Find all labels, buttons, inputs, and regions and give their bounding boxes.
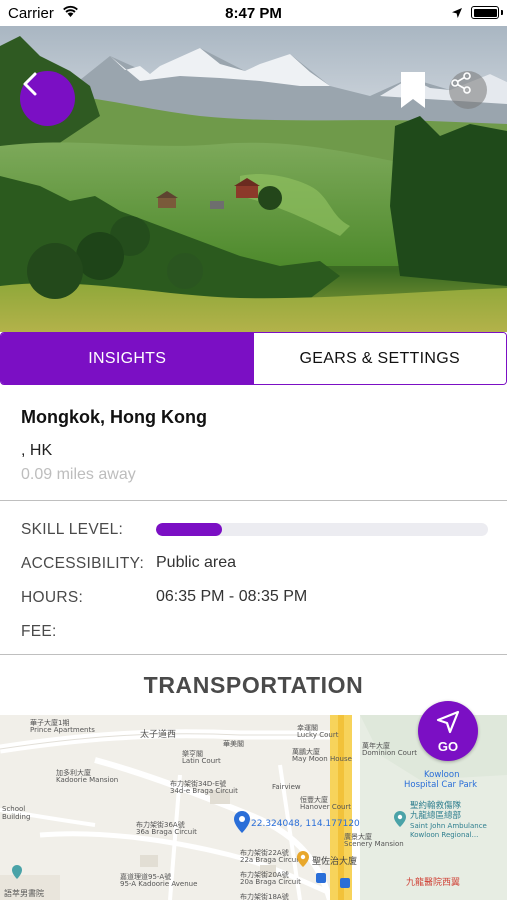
accessibility-label: ACCESSIBILITY: — [21, 555, 145, 572]
go-label: GO — [437, 739, 459, 754]
battery-icon — [471, 6, 503, 19]
transportation-title: TRANSPORTATION — [143, 672, 364, 698]
location-info: Mongkok, Hong Kong , HK 0.09 miles away — [0, 385, 507, 500]
clock: 8:47 PM — [225, 5, 282, 22]
skill-level-label: SKILL LEVEL: — [21, 521, 124, 538]
hours-value: 06:35 PM - 08:35 PM — [156, 588, 308, 605]
spot-details: SKILL LEVEL: ACCESSIBILITY: Public area … — [0, 502, 507, 654]
tab-gears-settings[interactable]: GEARS & SETTINGS — [253, 333, 506, 384]
poi-hospital: 九龍醫院西翼 — [406, 878, 461, 888]
hours-label: HOURS: — [21, 589, 84, 606]
bookmark-button[interactable] — [399, 71, 427, 109]
tab-insights[interactable]: INSIGHTS — [1, 333, 254, 384]
poi-carpark-line2: Hospital Car Park — [404, 780, 478, 790]
coordinates-label: 22.324048, 114.177120 — [251, 819, 360, 829]
place-region: , HK — [21, 442, 53, 459]
poi-ambulance-zh1: 聖約翰救傷隊 — [410, 801, 462, 811]
go-button[interactable]: GO — [418, 701, 478, 761]
tab-bar: INSIGHTS GEARS & SETTINGS — [0, 332, 507, 385]
divider — [0, 654, 507, 655]
hero-image — [0, 26, 507, 332]
back-button[interactable] — [20, 71, 75, 126]
fee-label: FEE: — [21, 623, 57, 640]
poi-carpark-line1: Kowloon — [424, 770, 460, 780]
accessibility-value: Public area — [156, 554, 237, 571]
location-arrow-icon — [451, 6, 463, 24]
status-bar: Carrier 8:47 PM — [0, 0, 507, 26]
poi-ambulance-zh2: 九龍總區總部 — [410, 811, 462, 821]
place-distance: 0.09 miles away — [21, 466, 136, 483]
share-button[interactable] — [449, 71, 487, 109]
skill-level-fill — [156, 523, 223, 536]
navigation-arrow-icon — [436, 710, 460, 739]
poi-ambulance-en2: Kowloon Regional... — [410, 831, 479, 839]
divider — [0, 500, 507, 501]
skill-level-bar — [156, 523, 488, 536]
place-name: Mongkok, Hong Kong — [21, 407, 207, 427]
